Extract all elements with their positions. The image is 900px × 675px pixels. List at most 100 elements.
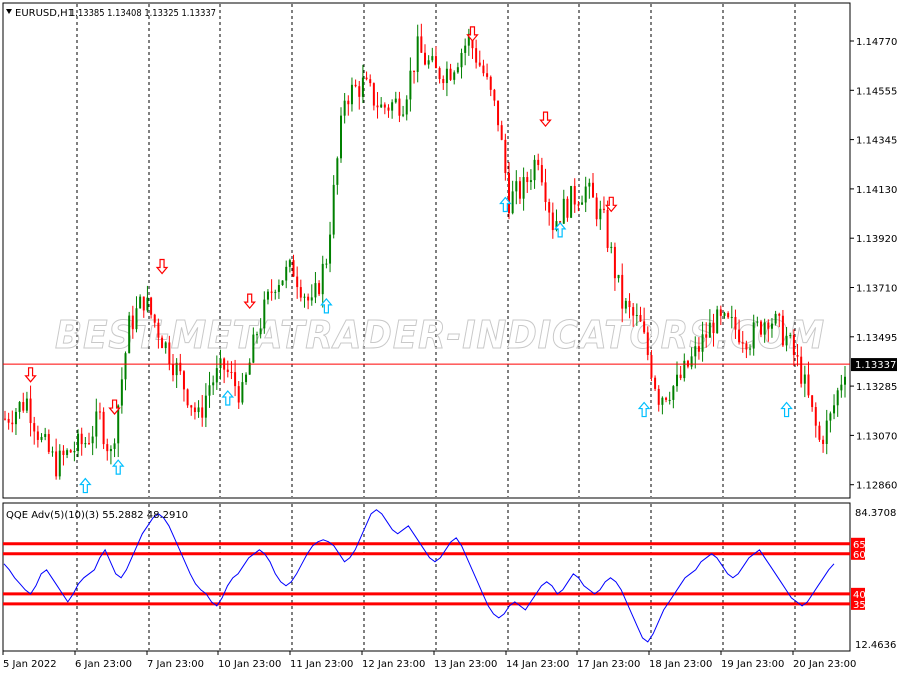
candle-body — [350, 84, 353, 105]
candle-body — [701, 334, 704, 352]
candle-body — [354, 84, 357, 87]
candle-body — [486, 73, 489, 77]
price-tick-label: 1.13710 — [856, 284, 897, 295]
candle-body — [697, 346, 700, 352]
candle-body — [508, 173, 510, 214]
candle-body — [303, 296, 306, 298]
indicator-min-label: 12.4636 — [855, 640, 896, 651]
price-axis[interactable]: 1.14770 1.14555 1.14345 1.14130 1.13920 1.137… — [850, 37, 897, 492]
ohlc-values: 1.13385 1.13408 1.13325 1.13337 — [70, 8, 216, 19]
candle-body — [770, 323, 773, 329]
time-tick-label: 17 Jan 23:00 — [577, 659, 640, 670]
candle-body — [672, 386, 675, 400]
candle-body — [40, 436, 43, 440]
header: EURUSD,H1 1.13385 1.13408 1.13325 1.1333… — [6, 8, 216, 19]
candle-body — [745, 343, 748, 350]
candle-body — [570, 186, 573, 218]
candle-body — [394, 98, 397, 103]
candle-body — [58, 450, 61, 477]
candle-body — [55, 451, 58, 477]
candle-body — [197, 407, 200, 413]
candle-body — [792, 335, 795, 356]
candle-body — [139, 296, 142, 309]
candle-body — [292, 260, 295, 277]
candle-body — [277, 285, 280, 292]
candle-body — [836, 390, 839, 406]
candle-body — [109, 448, 112, 452]
candle-body — [738, 329, 741, 343]
candle-body — [124, 353, 127, 380]
candle-body — [643, 321, 646, 333]
candle-body — [449, 68, 452, 80]
candle-body — [164, 342, 167, 349]
candle-body — [69, 450, 72, 453]
candle-body — [529, 180, 532, 183]
candle-body — [500, 125, 503, 140]
candle-body — [741, 342, 744, 344]
candle-body — [153, 314, 156, 323]
candle-body — [657, 388, 660, 405]
candle-body — [91, 436, 94, 444]
candle-body — [716, 309, 719, 334]
time-tick-label: 6 Jan 23:00 — [75, 659, 132, 670]
candle-body — [14, 411, 17, 425]
candle-body — [288, 260, 291, 267]
candle-body — [310, 297, 313, 301]
candle-body — [694, 346, 697, 357]
candle-body — [438, 68, 441, 80]
candle-body — [113, 443, 116, 449]
candle-body — [789, 335, 792, 337]
candle-body — [405, 99, 408, 115]
candle-body — [588, 182, 591, 187]
candle-body — [760, 321, 762, 335]
candle-body — [482, 65, 485, 74]
candle-body — [785, 335, 788, 346]
level-label: 60 — [853, 550, 866, 561]
candle-body — [475, 48, 478, 63]
candle-body — [47, 434, 50, 452]
candle-body — [208, 385, 211, 396]
candle-body — [29, 398, 32, 424]
candle-body — [318, 283, 321, 295]
candle-body — [584, 186, 587, 203]
candle-body — [562, 198, 565, 224]
time-tick-label: 19 Jan 23:00 — [721, 659, 784, 670]
candle-body — [22, 402, 25, 411]
candle-body — [212, 382, 215, 386]
candle-body — [80, 433, 83, 445]
candle-body — [266, 291, 269, 300]
time-tick-label: 13 Jan 23:00 — [434, 659, 497, 670]
candle-body — [88, 443, 90, 445]
candle-body — [807, 374, 810, 396]
candle-body — [654, 377, 657, 389]
chart-canvas[interactable]: BEST-METATRADER-INDICATORS.COM EURUSD,H1… — [0, 0, 900, 675]
candle-body — [77, 433, 80, 452]
candle-body — [340, 115, 342, 159]
candle-body — [215, 368, 218, 383]
candle-body — [708, 322, 711, 338]
candle-body — [650, 355, 653, 378]
time-tick-label: 18 Jan 23:00 — [649, 659, 712, 670]
time-tick-label: 10 Jan 23:00 — [218, 659, 281, 670]
candle-body — [325, 263, 328, 265]
candle-body — [150, 297, 153, 315]
candle-body — [599, 208, 602, 220]
candle-body — [329, 234, 332, 264]
candle-body — [800, 356, 803, 384]
candle-body — [416, 36, 419, 72]
price-tick-label: 1.13285 — [856, 382, 897, 393]
candle-body — [369, 79, 372, 84]
candle-body — [219, 358, 222, 369]
candle-body — [464, 45, 467, 53]
candle-body — [343, 100, 346, 116]
candle-body — [186, 389, 189, 406]
candle-body — [274, 291, 277, 293]
candle-body — [95, 411, 98, 437]
candle-body — [796, 355, 799, 357]
candle-body — [413, 70, 416, 72]
time-axis[interactable]: 5 Jan 2022 6 Jan 23:00 7 Jan 23:00 10 Jan 2… — [2, 651, 856, 670]
candle-body — [668, 399, 671, 401]
candle-body — [383, 104, 386, 108]
candle-body — [526, 177, 529, 183]
candle-body — [131, 315, 134, 330]
